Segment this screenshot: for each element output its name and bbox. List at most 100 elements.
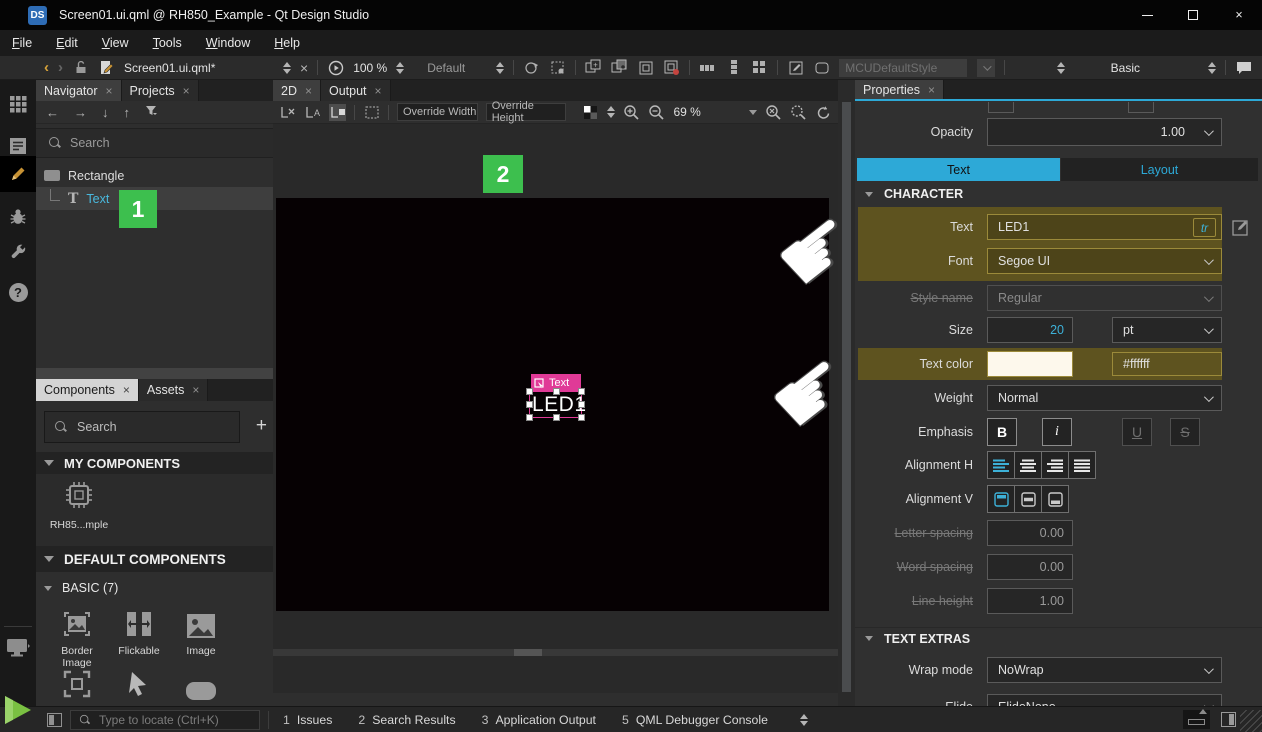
reset-view-icon[interactable] — [815, 104, 832, 121]
opacity-field[interactable]: 1.00 — [987, 118, 1222, 146]
close-document-button[interactable]: × — [300, 60, 308, 76]
resize-handle-ne[interactable] — [578, 388, 585, 395]
snap-items-icon[interactable] — [329, 104, 346, 121]
zoom-in-icon[interactable] — [623, 104, 640, 121]
tab-2d-close-icon[interactable]: × — [305, 84, 312, 98]
panes-spinner[interactable] — [800, 714, 808, 726]
kit-spinner-right[interactable] — [1208, 62, 1216, 74]
component-rectangle[interactable] — [170, 664, 232, 705]
copy-filled-icon[interactable] — [611, 59, 628, 76]
canvas-hscrollbar-thumb[interactable] — [514, 649, 542, 656]
chevron-down-icon[interactable] — [1204, 392, 1214, 402]
translate-button[interactable]: tr — [1193, 218, 1216, 237]
nav-filter-icon[interactable] — [145, 105, 159, 120]
canvas-viewport[interactable]: Text LED1 — [273, 124, 838, 693]
chevron-down-icon[interactable] — [1204, 664, 1214, 674]
chevron-down-icon[interactable] — [1204, 126, 1214, 136]
nav-move-up-icon[interactable]: ↑ — [124, 105, 131, 120]
line-height-field[interactable]: 1.00 — [987, 588, 1073, 614]
edit-annotation-icon[interactable] — [787, 59, 804, 76]
component-image[interactable]: Image — [170, 604, 232, 657]
size-unit-dropdown[interactable]: pt — [1112, 317, 1222, 343]
resize-handle-w[interactable] — [526, 401, 533, 408]
tab-output-close-icon[interactable]: × — [375, 84, 382, 98]
component-border-image[interactable]: Border Image — [46, 604, 108, 669]
align-right-button[interactable] — [1041, 451, 1069, 479]
feedback-comment-icon[interactable] — [1235, 59, 1252, 76]
build-progress-icon[interactable] — [1183, 710, 1210, 729]
pane-search-results[interactable]: 2 Search Results — [358, 713, 455, 727]
zoom-fit-selection-icon[interactable] — [790, 104, 807, 121]
style-selector[interactable]: Default — [427, 61, 487, 75]
design-mode-icon[interactable] — [0, 156, 36, 192]
tree-item-rectangle[interactable]: Rectangle — [36, 164, 273, 187]
align-center-h-button[interactable] — [1014, 451, 1042, 479]
background-color-icon[interactable] — [582, 104, 599, 121]
no-snapping-icon[interactable] — [279, 104, 296, 121]
kit-spinner-left[interactable] — [1057, 62, 1065, 74]
add-component-button[interactable]: + — [256, 415, 267, 437]
tab-properties-close-icon[interactable]: × — [928, 83, 935, 97]
pane-application-output[interactable]: 3 Application Output — [482, 713, 596, 727]
tab-assets-close-icon[interactable]: × — [192, 383, 199, 397]
size-input[interactable]: 20 — [987, 317, 1073, 343]
style-spinner[interactable] — [496, 62, 504, 74]
strikeout-button[interactable]: S — [1170, 418, 1200, 446]
menu-tools[interactable]: Tools — [153, 36, 182, 50]
mcu-style-selector[interactable]: MCUDefaultStyle — [839, 59, 967, 77]
maximize-button[interactable] — [1170, 0, 1216, 30]
wrap-mode-dropdown[interactable]: NoWrap — [987, 657, 1222, 683]
canvas-zoom-level[interactable]: 69 % — [673, 105, 711, 119]
align-top-button[interactable] — [987, 485, 1015, 513]
elide-dropdown[interactable]: ElideNone — [987, 694, 1222, 706]
document-spinner[interactable] — [283, 62, 291, 74]
menu-window[interactable]: Window — [206, 36, 250, 50]
section-basic[interactable]: BASIC (7) — [36, 578, 273, 598]
tab-components-close-icon[interactable]: × — [123, 383, 130, 397]
align-justify-button[interactable] — [1068, 451, 1096, 479]
text-input[interactable]: LED1 tr — [987, 214, 1222, 240]
tab-assets[interactable]: Assets × — [139, 379, 209, 401]
weight-dropdown[interactable]: Normal — [987, 385, 1222, 411]
menu-file[interactable]: File — [12, 36, 32, 50]
menu-help[interactable]: Help — [274, 36, 300, 50]
minimize-button[interactable] — [1124, 0, 1170, 30]
chevron-down-icon[interactable] — [1204, 255, 1214, 265]
edit-properties-icon[interactable] — [1232, 218, 1251, 237]
nav-move-left-icon[interactable]: ← — [46, 105, 59, 120]
letter-spacing-field[interactable]: 0.00 — [987, 520, 1073, 546]
tab-output[interactable]: Output × — [321, 80, 391, 101]
tab-navigator-close-icon[interactable]: × — [106, 84, 113, 98]
underline-button[interactable]: U — [1122, 418, 1152, 446]
color-swatch[interactable] — [987, 351, 1073, 377]
canvas-hscrollbar[interactable] — [273, 649, 838, 656]
locator-field[interactable]: Type to locate (Ctrl+K) — [70, 710, 260, 730]
tab-projects-close-icon[interactable]: × — [183, 84, 190, 98]
export-icon[interactable] — [523, 59, 540, 76]
zoom-spinner[interactable] — [396, 62, 404, 74]
current-document[interactable]: Screen01.ui.qml* — [124, 61, 274, 75]
component-rh850-example[interactable]: RH85...mple — [48, 478, 110, 531]
resize-handle-sw[interactable] — [526, 414, 533, 421]
column-layout-icon[interactable] — [725, 59, 742, 76]
section-my-components[interactable]: MY COMPONENTS — [36, 452, 273, 474]
nav-move-down-icon[interactable]: ↓ — [102, 105, 109, 120]
run-preview-icon[interactable] — [327, 59, 344, 76]
zoom-out-icon[interactable] — [648, 104, 665, 121]
show-bounds-icon[interactable] — [363, 104, 380, 121]
unlock-icon[interactable] — [72, 59, 89, 76]
back-button[interactable]: ‹ — [44, 59, 49, 76]
nav-move-right-icon[interactable]: → — [74, 105, 87, 120]
background-spinner[interactable] — [607, 106, 615, 118]
tab-projects[interactable]: Projects × — [122, 80, 199, 101]
close-button[interactable]: × — [1216, 0, 1262, 30]
copy-add-icon[interactable]: + — [585, 59, 602, 76]
font-dropdown[interactable]: Segoe UI — [987, 248, 1222, 274]
selection-box[interactable]: LED1 — [529, 391, 582, 418]
pane-issues[interactable]: 1 Issues — [283, 713, 332, 727]
frame-icon[interactable] — [637, 59, 654, 76]
override-width-field[interactable]: Override Width — [397, 103, 478, 121]
projects-mode-icon[interactable] — [0, 236, 36, 268]
bold-button[interactable]: B — [987, 418, 1017, 446]
subtab-text[interactable]: Text — [857, 158, 1060, 181]
